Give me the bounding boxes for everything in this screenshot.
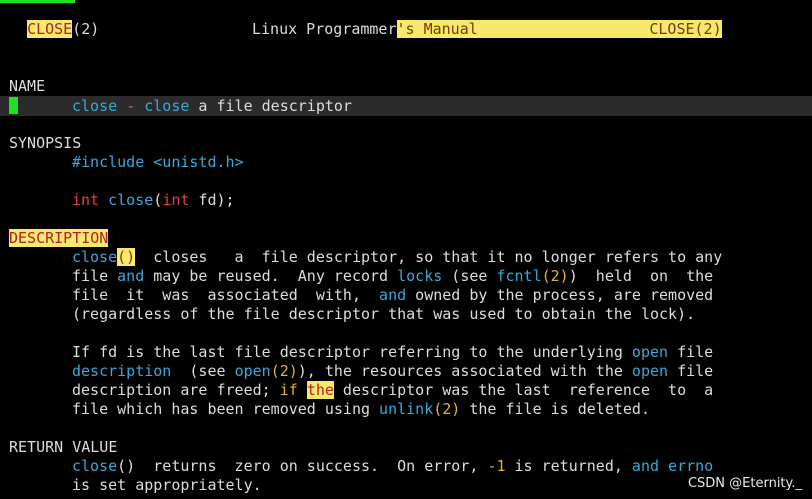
- watermark: CSDN @Eternity._: [687, 476, 802, 491]
- section-heading-description: DESCRIPTION: [9, 229, 109, 247]
- retval-line2: is set appropriately.: [72, 476, 262, 494]
- desc-p2-line3: description are freed; if the descriptor…: [72, 381, 714, 399]
- desc-p2-line4: file which has been removed using unlink…: [72, 400, 650, 418]
- desc-p1-line3: file it was associated with, and owned b…: [72, 286, 714, 304]
- synopsis-include: #include <unistd.h>: [72, 153, 244, 171]
- header-section: (2): [72, 20, 100, 38]
- name-line: close - close a file descriptor: [9, 97, 352, 116]
- desc-p2-line2: description (see open(2)), the resources…: [72, 362, 714, 380]
- section-heading-return-value: RETURN VALUE: [9, 438, 118, 456]
- header-right: CLOSE(2): [649, 20, 722, 38]
- desc-p2-line1: If fd is the last file descriptor referr…: [72, 343, 714, 361]
- desc-p1-line2: file and may be reused. Any record locks…: [72, 267, 714, 285]
- desc-p1-line1: close() closes a file descriptor, so tha…: [72, 248, 723, 266]
- header-center: Linux Programmer's Manual CLOSE(2): [252, 20, 722, 38]
- section-heading-name: NAME: [9, 77, 46, 95]
- man-header: CLOSE(2) Linux Programmer's Manual CLOSE(…: [9, 1, 809, 38]
- desc-p1-line4: (regardless of the file descriptor that …: [72, 305, 696, 323]
- retval-line1: close() returns zero on success. On erro…: [72, 457, 714, 475]
- synopsis-prototype: int close(int fd);: [72, 191, 235, 209]
- text-cursor: [9, 97, 18, 114]
- search-match-highlight: the: [306, 381, 334, 399]
- header-title-highlight: CLOSE: [27, 20, 73, 38]
- section-heading-synopsis: SYNOPSIS: [9, 134, 82, 152]
